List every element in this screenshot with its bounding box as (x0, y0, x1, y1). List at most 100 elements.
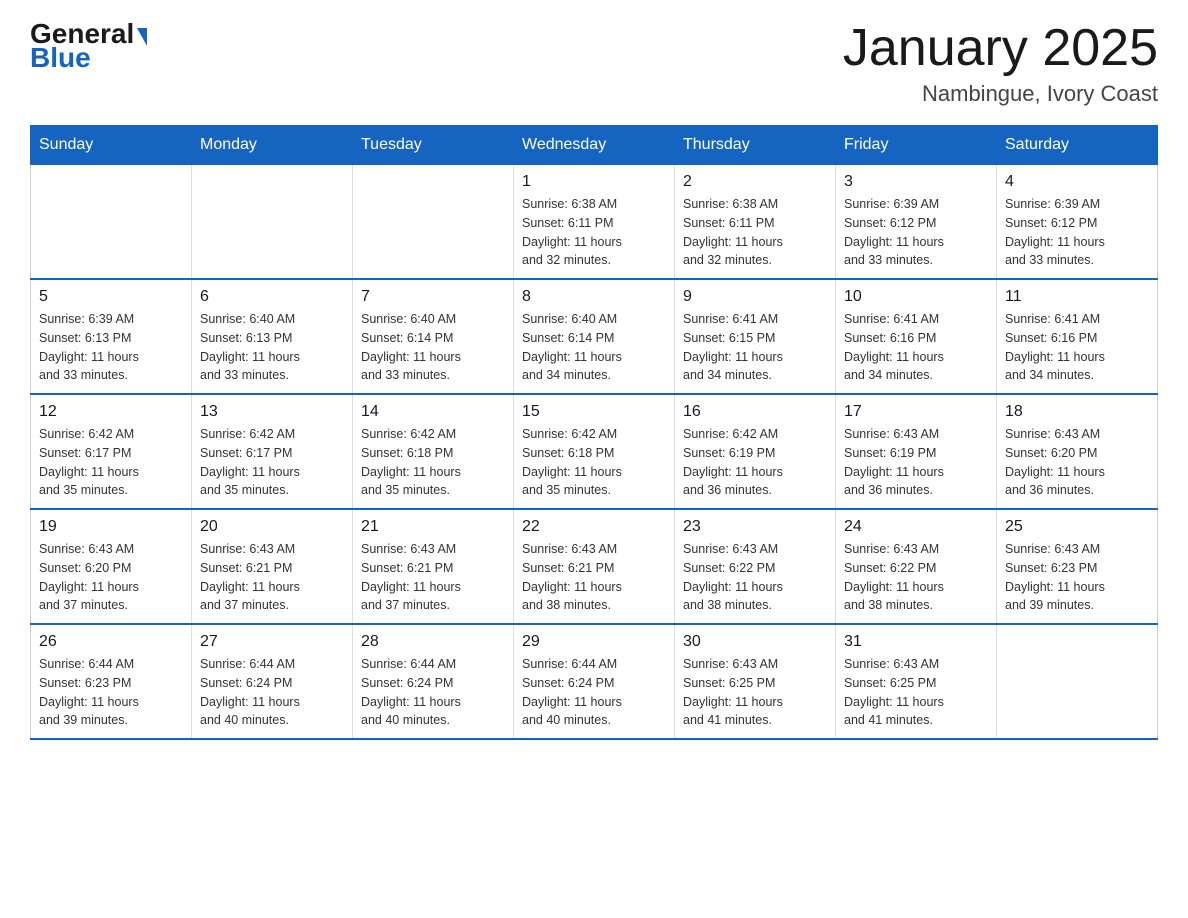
day-number: 1 (522, 173, 666, 191)
day-number: 11 (1005, 288, 1149, 306)
calendar-table: SundayMondayTuesdayWednesdayThursdayFrid… (30, 125, 1158, 740)
day-number: 16 (683, 403, 827, 421)
day-number: 3 (844, 173, 988, 191)
calendar-week-2: 5 Sunrise: 6:39 AM Sunset: 6:13 PM Daylig… (31, 279, 1158, 394)
calendar-cell: 13Sunrise: 6:42 AM Sunset: 6:17 PM Dayli… (192, 394, 353, 509)
day-number: 26 (39, 633, 183, 651)
calendar-cell: 24 Sunrise: 6:43 AM Sunset: 6:22 PM Dayli… (836, 509, 997, 624)
calendar-header-row: SundayMondayTuesdayWednesdayThursdayFrid… (31, 126, 1158, 165)
day-info: Sunrise: 6:42 AM Sunset: 6:19 PM Dayligh… (683, 425, 827, 500)
day-info: Sunrise: 6:43 AM Sunset: 6:21 PM Dayligh… (361, 540, 505, 615)
day-number: 31 (844, 633, 988, 651)
calendar-cell: 17 Sunrise: 6:43 AM Sunset: 6:19 PM Dayli… (836, 394, 997, 509)
month-title: January 2025 (843, 20, 1158, 77)
day-number: 12 (39, 403, 183, 421)
day-info: Sunrise: 6:38 AM Sunset: 6:11 PM Dayligh… (683, 195, 827, 270)
calendar-cell: 15Sunrise: 6:42 AM Sunset: 6:18 PM Dayli… (514, 394, 675, 509)
calendar-cell: 29 Sunrise: 6:44 AM Sunset: 6:24 PM Dayli… (514, 624, 675, 739)
calendar-header-saturday: Saturday (997, 126, 1158, 165)
day-number: 7 (361, 288, 505, 306)
calendar-cell (192, 165, 353, 280)
calendar-cell: 25 Sunrise: 6:43 AM Sunset: 6:23 PM Dayli… (997, 509, 1158, 624)
calendar-header-sunday: Sunday (31, 126, 192, 165)
day-info: Sunrise: 6:44 AM Sunset: 6:23 PM Dayligh… (39, 655, 183, 730)
calendar-cell: 20 Sunrise: 6:43 AM Sunset: 6:21 PM Dayli… (192, 509, 353, 624)
calendar-cell: 4 Sunrise: 6:39 AM Sunset: 6:12 PM Daylig… (997, 165, 1158, 280)
logo-blue: Blue (30, 44, 147, 72)
day-info: Sunrise: 6:44 AM Sunset: 6:24 PM Dayligh… (522, 655, 666, 730)
calendar-week-1: 1 Sunrise: 6:38 AM Sunset: 6:11 PM Daylig… (31, 165, 1158, 280)
calendar-cell: 21 Sunrise: 6:43 AM Sunset: 6:21 PM Dayli… (353, 509, 514, 624)
calendar-header-tuesday: Tuesday (353, 126, 514, 165)
day-number: 22 (522, 518, 666, 536)
day-info: Sunrise: 6:41 AM Sunset: 6:16 PM Dayligh… (844, 310, 988, 385)
calendar-week-5: 26 Sunrise: 6:44 AM Sunset: 6:23 PM Dayli… (31, 624, 1158, 739)
day-number: 19 (39, 518, 183, 536)
day-info: Sunrise: 6:43 AM Sunset: 6:21 PM Dayligh… (522, 540, 666, 615)
day-number: 29 (522, 633, 666, 651)
day-number: 27 (200, 633, 344, 651)
day-info: Sunrise: 6:42 AM Sunset: 6:18 PM Dayligh… (522, 425, 666, 500)
day-number: 21 (361, 518, 505, 536)
day-info: Sunrise: 6:40 AM Sunset: 6:14 PM Dayligh… (361, 310, 505, 385)
title-block: January 2025 Nambingue, Ivory Coast (843, 20, 1158, 107)
calendar-header-thursday: Thursday (675, 126, 836, 165)
calendar-cell: 18 Sunrise: 6:43 AM Sunset: 6:20 PM Dayli… (997, 394, 1158, 509)
day-number: 14 (361, 403, 505, 421)
calendar-header-friday: Friday (836, 126, 997, 165)
day-number: 4 (1005, 173, 1149, 191)
day-info: Sunrise: 6:43 AM Sunset: 6:25 PM Dayligh… (844, 655, 988, 730)
calendar-cell: 11Sunrise: 6:41 AM Sunset: 6:16 PM Dayli… (997, 279, 1158, 394)
calendar-week-4: 19Sunrise: 6:43 AM Sunset: 6:20 PM Dayli… (31, 509, 1158, 624)
calendar-cell: 28 Sunrise: 6:44 AM Sunset: 6:24 PM Dayli… (353, 624, 514, 739)
day-info: Sunrise: 6:39 AM Sunset: 6:12 PM Dayligh… (1005, 195, 1149, 270)
calendar-cell (353, 165, 514, 280)
day-info: Sunrise: 6:44 AM Sunset: 6:24 PM Dayligh… (361, 655, 505, 730)
day-info: Sunrise: 6:42 AM Sunset: 6:17 PM Dayligh… (200, 425, 344, 500)
day-number: 6 (200, 288, 344, 306)
day-info: Sunrise: 6:43 AM Sunset: 6:19 PM Dayligh… (844, 425, 988, 500)
day-info: Sunrise: 6:38 AM Sunset: 6:11 PM Dayligh… (522, 195, 666, 270)
calendar-cell: 10Sunrise: 6:41 AM Sunset: 6:16 PM Dayli… (836, 279, 997, 394)
calendar-cell: 9 Sunrise: 6:41 AM Sunset: 6:15 PM Daylig… (675, 279, 836, 394)
calendar-cell: 3Sunrise: 6:39 AM Sunset: 6:12 PM Daylig… (836, 165, 997, 280)
day-number: 17 (844, 403, 988, 421)
calendar-cell: 31 Sunrise: 6:43 AM Sunset: 6:25 PM Dayli… (836, 624, 997, 739)
day-info: Sunrise: 6:43 AM Sunset: 6:22 PM Dayligh… (844, 540, 988, 615)
day-info: Sunrise: 6:43 AM Sunset: 6:21 PM Dayligh… (200, 540, 344, 615)
day-number: 2 (683, 173, 827, 191)
calendar-cell: 30Sunrise: 6:43 AM Sunset: 6:25 PM Dayli… (675, 624, 836, 739)
day-info: Sunrise: 6:41 AM Sunset: 6:15 PM Dayligh… (683, 310, 827, 385)
day-number: 25 (1005, 518, 1149, 536)
calendar-cell: 7 Sunrise: 6:40 AM Sunset: 6:14 PM Daylig… (353, 279, 514, 394)
calendar-cell: 19Sunrise: 6:43 AM Sunset: 6:20 PM Dayli… (31, 509, 192, 624)
calendar-cell: 5 Sunrise: 6:39 AM Sunset: 6:13 PM Daylig… (31, 279, 192, 394)
calendar-cell (31, 165, 192, 280)
day-number: 5 (39, 288, 183, 306)
calendar-cell: 26 Sunrise: 6:44 AM Sunset: 6:23 PM Dayli… (31, 624, 192, 739)
day-number: 20 (200, 518, 344, 536)
calendar-week-3: 12 Sunrise: 6:42 AM Sunset: 6:17 PM Dayli… (31, 394, 1158, 509)
location: Nambingue, Ivory Coast (843, 81, 1158, 107)
day-number: 18 (1005, 403, 1149, 421)
day-number: 8 (522, 288, 666, 306)
calendar-header-monday: Monday (192, 126, 353, 165)
calendar-cell (997, 624, 1158, 739)
calendar-cell: 14Sunrise: 6:42 AM Sunset: 6:18 PM Dayli… (353, 394, 514, 509)
day-number: 9 (683, 288, 827, 306)
day-info: Sunrise: 6:39 AM Sunset: 6:13 PM Dayligh… (39, 310, 183, 385)
calendar-cell: 22 Sunrise: 6:43 AM Sunset: 6:21 PM Dayli… (514, 509, 675, 624)
logo: General Blue (30, 20, 147, 72)
calendar-cell: 12Sunrise: 6:42 AM Sunset: 6:17 PM Dayli… (31, 394, 192, 509)
day-info: Sunrise: 6:40 AM Sunset: 6:14 PM Dayligh… (522, 310, 666, 385)
day-info: Sunrise: 6:44 AM Sunset: 6:24 PM Dayligh… (200, 655, 344, 730)
calendar-cell: 6Sunrise: 6:40 AM Sunset: 6:13 PM Daylig… (192, 279, 353, 394)
logo-arrow-icon (137, 28, 147, 46)
day-info: Sunrise: 6:43 AM Sunset: 6:23 PM Dayligh… (1005, 540, 1149, 615)
day-number: 28 (361, 633, 505, 651)
calendar-cell: 23Sunrise: 6:43 AM Sunset: 6:22 PM Dayli… (675, 509, 836, 624)
day-number: 24 (844, 518, 988, 536)
day-number: 23 (683, 518, 827, 536)
calendar-cell: 27 Sunrise: 6:44 AM Sunset: 6:24 PM Dayli… (192, 624, 353, 739)
day-info: Sunrise: 6:43 AM Sunset: 6:20 PM Dayligh… (1005, 425, 1149, 500)
